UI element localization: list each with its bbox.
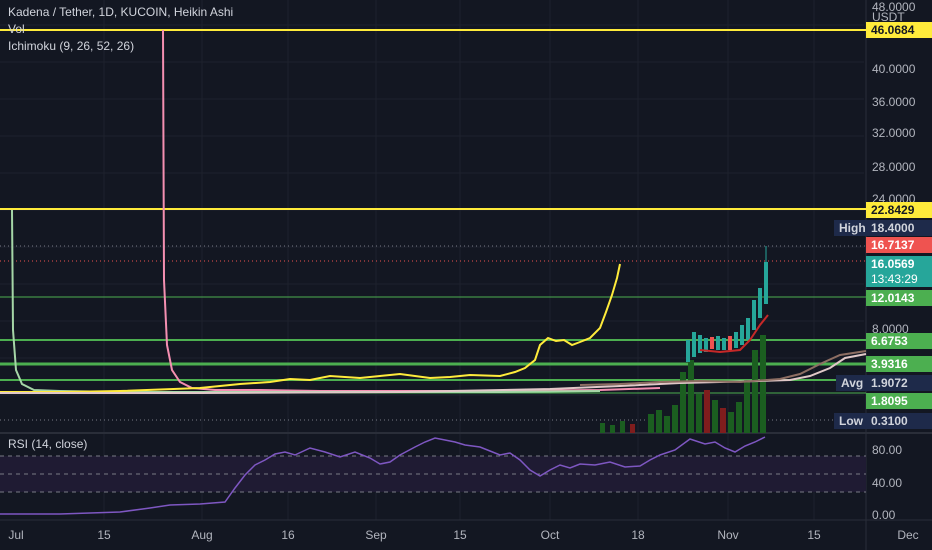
low-label: Low [834,413,868,429]
time-tick-dec: Dec [897,528,919,542]
time-tick-jul-15: 15 [97,528,111,542]
volume-legend[interactable]: Vol [8,22,25,36]
time-tick-oct: Oct [540,528,560,542]
ichimoku-lagging-yellow [0,263,621,393]
chart-canvas[interactable] [0,0,932,550]
rsi-tick-40: 40.00 [872,476,903,490]
candles [686,246,768,362]
avg-label: Avg [836,375,869,391]
chart-title[interactable]: Kadena / Tether, 1D, KUCOIN, Heikin Ashi [8,5,233,19]
ichimoku-legend[interactable]: Ichimoku (9, 26, 52, 26) [8,39,134,53]
price-tag-green-4: 1.8095 [866,393,932,409]
rsi-tick-80: 80.00 [872,443,903,457]
grid-lines [0,0,864,520]
price-tag-yellow-2: 22.8429 [866,202,932,218]
price-tick-32: 32.0000 [872,126,916,140]
rsi-tick-0: 0.00 [872,508,896,522]
price-tag-avg: 1.9072 [866,375,932,391]
time-tick-sep-15: 15 [453,528,467,542]
price-tick-40: 40.0000 [872,62,916,76]
price-tick-36: 36.0000 [872,95,916,109]
time-tick-nov-15: 15 [807,528,821,542]
time-tick-sep: Sep [365,528,387,542]
rsi-legend[interactable]: RSI (14, close) [8,437,87,451]
bar-countdown: 13:43:29 [866,272,932,287]
price-tick-28: 28.0000 [872,160,916,174]
price-tag-low: 0.3100 [866,413,932,429]
price-tag-last: 16.0569 [866,256,932,273]
price-tag-green-2: 6.6753 [866,333,932,349]
time-tick-oct-18: 18 [631,528,645,542]
price-tag-red: 16.7137 [866,237,932,253]
time-tick-nov: Nov [717,528,739,542]
price-tag-yellow-top: 46.0684 [866,22,932,38]
time-tick-jul: Jul [8,528,24,542]
price-tag-high: 18.4000 [866,220,932,236]
price-tag-green-1: 12.0143 [866,290,932,306]
time-tick-aug-16: 16 [281,528,295,542]
time-tick-aug: Aug [191,528,213,542]
ichimoku-base-line [0,353,867,394]
price-tag-green-3: 3.9316 [866,356,932,372]
